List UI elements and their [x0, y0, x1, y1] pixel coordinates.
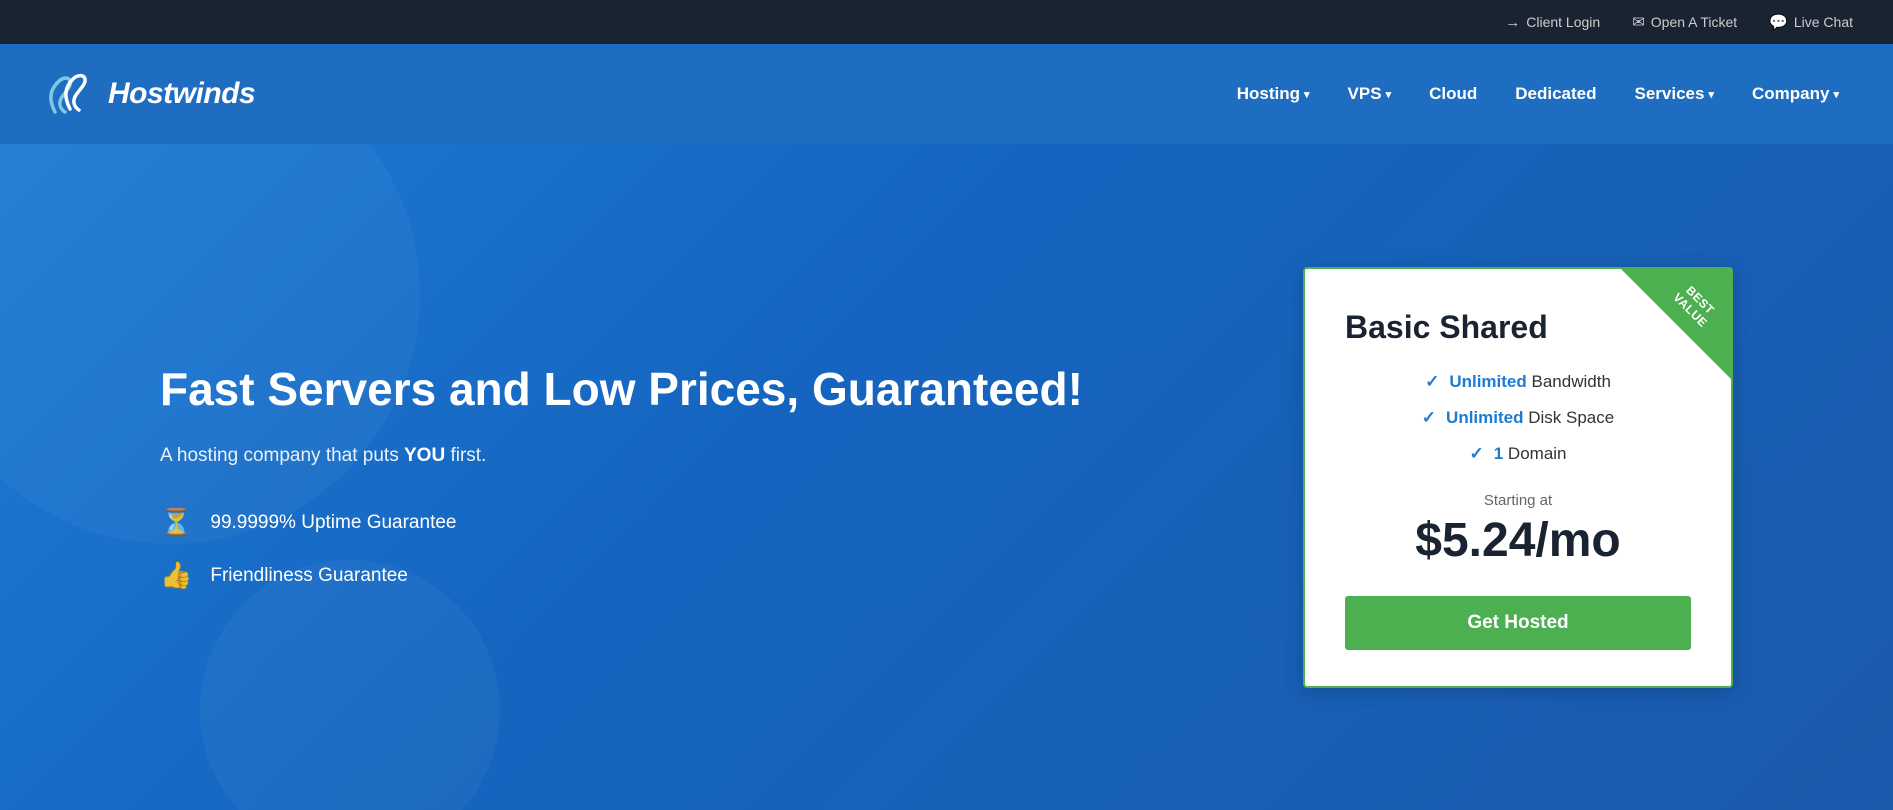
hero-subtext-pre: A hosting company that puts: [160, 445, 404, 466]
nav-hosting[interactable]: Hosting ▾: [1223, 76, 1324, 112]
hero-left: Fast Servers and Low Prices, Guaranteed!…: [160, 363, 1303, 592]
friendliness-text: Friendliness Guarantee: [210, 565, 408, 587]
hero-headline: Fast Servers and Low Prices, Guaranteed!: [160, 363, 1243, 416]
pricing-card: BEST VALUE Basic Shared ✓ Unlimited Band…: [1303, 267, 1733, 688]
company-chevron-icon: ▾: [1833, 88, 1839, 101]
hosting-chevron-icon: ▾: [1304, 88, 1310, 101]
nav-services-label: Services: [1635, 84, 1705, 104]
feature-disk: Unlimited Disk Space: [1446, 408, 1614, 428]
ticket-icon: ✉: [1632, 13, 1645, 31]
hero-features: ⏳ 99.9999% Uptime Guarantee 👍 Friendline…: [160, 507, 1243, 591]
card-price: $5.24/mo: [1345, 513, 1691, 568]
nav-company-label: Company: [1752, 84, 1829, 104]
best-value-text: BEST VALUE: [1657, 269, 1731, 344]
nav-vps[interactable]: VPS ▾: [1334, 76, 1406, 112]
feature-uptime: ⏳ 99.9999% Uptime Guarantee: [160, 507, 1243, 538]
navbar: Hostwinds Hosting ▾ VPS ▾ Cloud Dedicate…: [0, 44, 1893, 144]
nav-links: Hosting ▾ VPS ▾ Cloud Dedicated Services…: [1223, 76, 1853, 112]
logo-text: Hostwinds: [108, 77, 255, 111]
disk-highlight: Unlimited: [1446, 408, 1523, 427]
logo-icon: [40, 67, 100, 122]
login-icon: →: [1505, 14, 1520, 31]
client-login-label: Client Login: [1526, 14, 1600, 30]
hero-section: Fast Servers and Low Prices, Guaranteed!…: [0, 144, 1893, 810]
open-ticket-label: Open A Ticket: [1651, 14, 1737, 30]
nav-company[interactable]: Company ▾: [1738, 76, 1853, 112]
topbar: → Client Login ✉ Open A Ticket 💬 Live Ch…: [0, 0, 1893, 44]
hero-subtext: A hosting company that puts YOU first.: [160, 445, 1243, 467]
hero-subtext-bold: YOU: [404, 445, 445, 466]
feature-bandwidth: Unlimited Bandwidth: [1449, 372, 1611, 392]
nav-services[interactable]: Services ▾: [1621, 76, 1728, 112]
check-icon-disk: ✓: [1422, 408, 1436, 428]
nav-dedicated-label: Dedicated: [1515, 84, 1596, 104]
logo[interactable]: Hostwinds: [40, 67, 255, 122]
card-starting-label: Starting at: [1345, 492, 1691, 509]
domain-highlight: 1: [1494, 444, 1503, 463]
feature-friendliness: 👍 Friendliness Guarantee: [160, 560, 1243, 591]
nav-cloud[interactable]: Cloud: [1415, 76, 1491, 112]
card-feature-disk: ✓ Unlimited Disk Space: [1345, 408, 1691, 428]
nav-hosting-label: Hosting: [1237, 84, 1300, 104]
hero-right: BEST VALUE Basic Shared ✓ Unlimited Band…: [1303, 267, 1733, 688]
check-icon-bandwidth: ✓: [1425, 372, 1439, 392]
client-login-link[interactable]: → Client Login: [1505, 14, 1600, 31]
nav-vps-label: VPS: [1348, 84, 1382, 104]
friendliness-icon: 👍: [160, 560, 192, 591]
get-hosted-button[interactable]: Get Hosted: [1345, 596, 1691, 650]
live-chat-link[interactable]: 💬 Live Chat: [1769, 13, 1853, 31]
nav-dedicated[interactable]: Dedicated: [1501, 76, 1610, 112]
check-icon-domain: ✓: [1469, 444, 1483, 464]
vps-chevron-icon: ▾: [1386, 88, 1392, 101]
services-chevron-icon: ▾: [1708, 88, 1714, 101]
uptime-icon: ⏳: [160, 507, 192, 538]
chat-icon: 💬: [1769, 13, 1788, 31]
card-feature-domain: ✓ 1 Domain: [1345, 444, 1691, 464]
live-chat-label: Live Chat: [1794, 14, 1853, 30]
uptime-text: 99.9999% Uptime Guarantee: [210, 512, 456, 534]
hero-subtext-post: first.: [445, 445, 486, 466]
open-ticket-link[interactable]: ✉ Open A Ticket: [1632, 13, 1737, 31]
nav-cloud-label: Cloud: [1429, 84, 1477, 104]
best-value-badge: BEST VALUE: [1621, 269, 1731, 379]
card-features-list: ✓ Unlimited Bandwidth ✓ Unlimited Disk S…: [1345, 372, 1691, 464]
feature-domain: 1 Domain: [1494, 444, 1567, 464]
bandwidth-highlight: Unlimited: [1449, 372, 1526, 391]
